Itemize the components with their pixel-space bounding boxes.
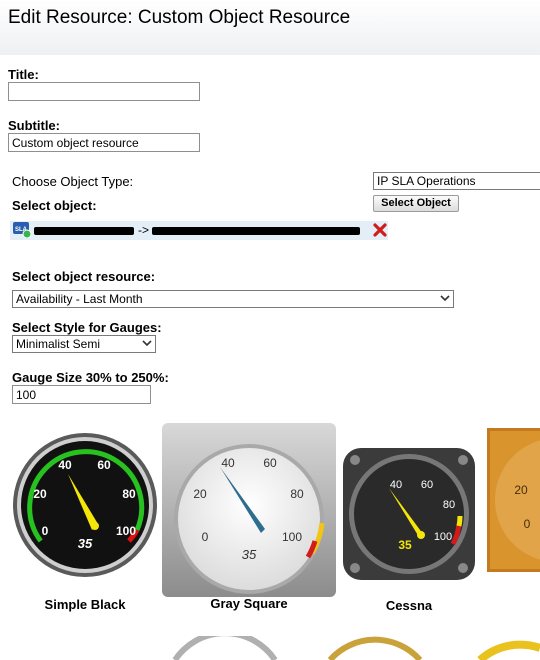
gauge-1-tick-20: 20 <box>33 487 47 501</box>
gauge-2-tick-0: 0 <box>202 530 209 544</box>
select-object-label: Select object: <box>12 198 97 213</box>
redacted-object-target <box>152 227 360 235</box>
page-header: Edit Resource: Custom Object Resource <box>0 0 540 55</box>
gauge-1-tick-0: 0 <box>42 524 49 538</box>
gauge-1-tick-80: 80 <box>122 487 136 501</box>
object-resource-select[interactable]: Availability - Last Month <box>12 290 454 308</box>
object-resource-label: Select object resource: <box>12 269 156 284</box>
gauge-2-reading: 35 <box>242 547 257 562</box>
ip-sla-icon: SLA <box>13 222 31 238</box>
gauge-3-reading: 35 <box>398 538 412 552</box>
gauge-orange-partial[interactable]: 20 0 <box>487 428 540 572</box>
object-type-label: Choose Object Type: <box>12 174 134 189</box>
gauge-3-tick-100: 100 <box>434 531 452 543</box>
gauge-2-tick-20: 20 <box>193 487 207 501</box>
gauge-1-reading: 35 <box>78 536 93 551</box>
gauge-style-select[interactable]: Minimalist Semi <box>12 335 156 353</box>
page-title: Edit Resource: Custom Object Resource <box>8 7 351 28</box>
gauge-gray-square[interactable]: 0 20 40 60 80 100 35 <box>162 423 336 597</box>
gauge-size-input[interactable] <box>12 385 151 404</box>
chevron-down-icon <box>440 295 450 302</box>
gauge-4-tick-20: 20 <box>514 483 528 497</box>
object-type-value: IP SLA Operations <box>377 174 476 188</box>
object-resource-value: Availability - Last Month <box>16 292 143 306</box>
gauge-style-value: Minimalist Semi <box>16 337 101 351</box>
title-input[interactable] <box>8 82 200 101</box>
gauge-simple-black[interactable]: 0 20 40 60 80 100 35 <box>10 430 160 580</box>
redacted-object-source <box>34 227 134 235</box>
gauge-row-partial <box>172 636 540 660</box>
remove-object-icon[interactable] <box>372 222 388 238</box>
gauge-size-label: Gauge Size 30% to 250%: <box>12 370 169 385</box>
chevron-down-icon <box>142 340 152 347</box>
gauge-2-tick-40: 40 <box>221 456 235 470</box>
title-label: Title: <box>8 67 39 82</box>
gauge-caption-cessna: Cessna <box>385 598 433 613</box>
gauge-1-tick-40: 40 <box>58 458 72 472</box>
gauge-3-tick-80: 80 <box>443 499 455 511</box>
gauge-style-label: Select Style for Gauges: <box>12 320 162 335</box>
gauge-4-tick-0: 0 <box>524 517 531 531</box>
object-arrow: -> <box>138 223 150 237</box>
subtitle-input[interactable] <box>8 133 200 152</box>
object-type-select[interactable]: IP SLA Operations <box>373 172 540 190</box>
gauge-2-tick-100: 100 <box>282 530 302 544</box>
subtitle-label: Subtitle: <box>8 118 60 133</box>
gauge-3-tick-60: 60 <box>421 479 433 491</box>
gauge-caption-gray-square: Gray Square <box>210 596 288 611</box>
gauge-2-tick-80: 80 <box>290 487 304 501</box>
gauge-1-tick-100: 100 <box>116 524 136 538</box>
select-object-button[interactable]: Select Object <box>373 195 459 212</box>
gauge-cessna[interactable]: 40 60 80 100 35 <box>343 448 475 580</box>
gauge-1-tick-60: 60 <box>97 458 111 472</box>
gauge-3-tick-40: 40 <box>390 479 402 491</box>
gauge-caption-simple-black: Simple Black <box>44 597 126 612</box>
gauge-2-tick-60: 60 <box>263 456 277 470</box>
